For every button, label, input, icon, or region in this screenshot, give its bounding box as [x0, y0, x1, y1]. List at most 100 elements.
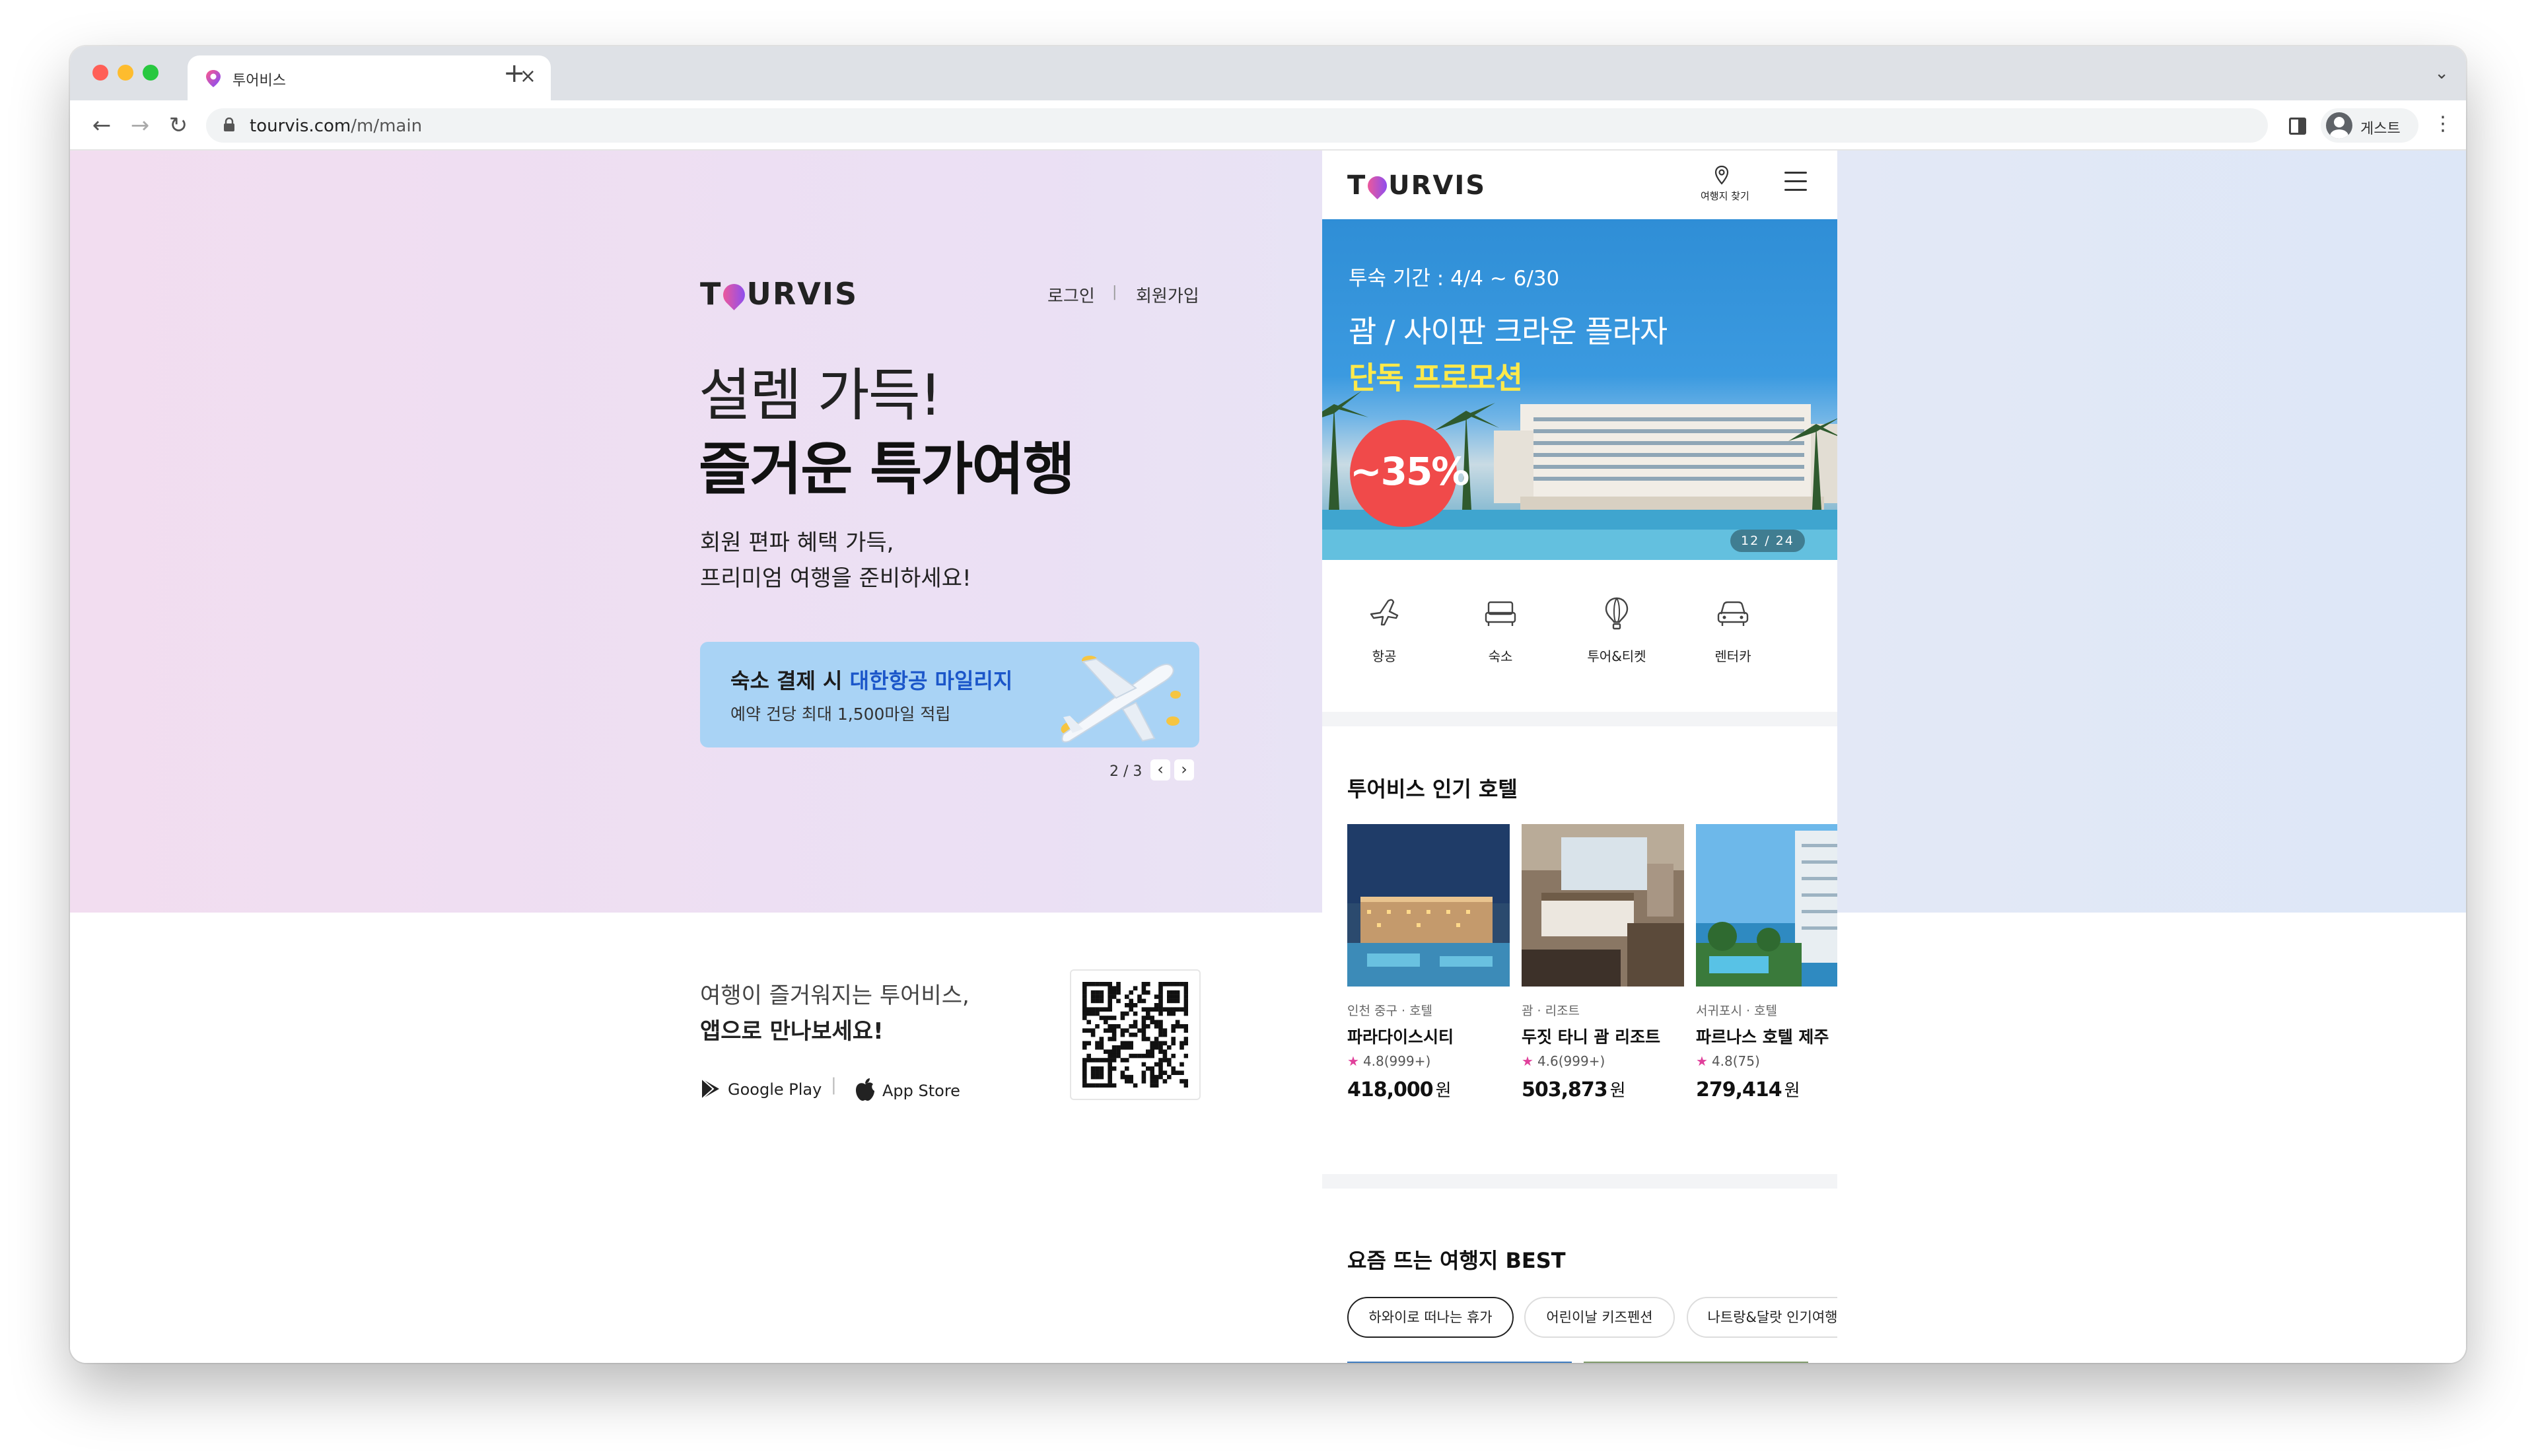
discount-text: ~35%	[1350, 449, 1469, 494]
hotel-price-value: 418,000	[1347, 1078, 1434, 1101]
hotel-rating: ★ 4.8(999+)	[1347, 1053, 1510, 1069]
hotel-card[interactable]: 인천 중구 · 호텔 파라다이스시티 ★ 4.8(999+) 418,000 원	[1347, 824, 1510, 1101]
chip-kids-pension[interactable]: 어린이날 키즈펜션	[1524, 1297, 1675, 1338]
discount-badge: ~35%	[1350, 420, 1469, 527]
banner-title: 숙소 결제 시 대한항공 마일리지	[730, 664, 1012, 695]
hero-title: 괌 / 사이판 크라운 플라자	[1349, 314, 1668, 349]
google-play-icon	[701, 1078, 719, 1099]
banner-pager: 2 / 3	[1110, 763, 1143, 780]
auth-separator: |	[1112, 284, 1117, 300]
hotel-name: 파라다이스시티	[1347, 1027, 1454, 1047]
banner-title-highlight: 대한항공 마일리지	[849, 668, 1013, 693]
apple-icon	[856, 1078, 874, 1101]
mobile-preview: T URVIS 여행지 찾기 투숙 기간: 4/4 ~ 6/30 괌 / 사이…	[1322, 151, 1837, 1363]
banner-prev-button[interactable]: ‹	[1150, 759, 1170, 780]
bed-icon	[1485, 601, 1516, 626]
star-icon: ★	[1696, 1053, 1708, 1069]
section-divider	[1322, 712, 1837, 726]
best-destination-image[interactable]	[1347, 1362, 1572, 1363]
hotel-price: 279,414 원	[1696, 1077, 1837, 1101]
balloon-icon	[1605, 597, 1629, 630]
hotel-location: 인천 중구 · 호텔	[1347, 1004, 1433, 1018]
slide-counter[interactable]: 12 / 24	[1730, 530, 1805, 552]
star-icon: ★	[1522, 1053, 1533, 1069]
hotel-image	[1696, 824, 1837, 987]
category-flight-label: 항공	[1372, 648, 1397, 664]
tourvis-logo[interactable]: T URVIS	[700, 276, 858, 312]
tab-tourvis[interactable]: 투어비스 ×	[188, 55, 551, 100]
subheadline-line-2: 프리미엄 여행을 준비하세요!	[700, 565, 971, 592]
new-tab-button[interactable]: +	[503, 58, 526, 88]
store-separator: |	[831, 1075, 837, 1095]
tab-title: 투어비스	[232, 73, 286, 89]
category-rental-car[interactable]: 렌터카	[1693, 594, 1773, 665]
banner-subtitle: 예약 건당 최대 1,500마일 적립	[730, 705, 951, 724]
forward-button[interactable]: →	[125, 111, 155, 140]
app-store-label: App Store	[882, 1082, 960, 1100]
best-destinations-title: 요즘 뜨는 여행지 BEST	[1347, 1248, 1566, 1273]
find-destination-label[interactable]: 여행지 찾기	[1701, 189, 1749, 203]
login-link[interactable]: 로그인	[1047, 283, 1095, 307]
google-play-label: Google Play	[728, 1080, 822, 1099]
mobile-hero-banner[interactable]: 투숙 기간 : 4/4 ~ 6/30 괌 / 사이판 크라운 플라자 단독 프로…	[1322, 219, 1837, 560]
category-menu: 항공 숙소 투어&티켓 렌터카	[1322, 560, 1837, 712]
category-rental-car-label: 렌터카	[1714, 648, 1751, 664]
chip-hawaii[interactable]: 하와이로 떠나는 휴가	[1347, 1297, 1514, 1338]
hotel-location: 괌 · 리조트	[1522, 1004, 1580, 1018]
profile-button[interactable]: 게스트	[2321, 108, 2418, 143]
hotel-name: 두짓 타니 괌 리조트	[1522, 1027, 1661, 1047]
mobile-logo-text-end: URVIS	[1388, 170, 1487, 201]
tab-search-icon[interactable]: ⌄	[2434, 63, 2449, 83]
star-icon: ★	[1347, 1053, 1359, 1069]
address-bar[interactable]: tourvis.com/m/main	[206, 108, 2268, 143]
browser-menu-icon[interactable]: ⋮	[2433, 112, 2453, 135]
banner-title-text: 숙소 결제 시	[730, 668, 850, 693]
hero-background	[70, 151, 2466, 913]
app-store-link[interactable]: App Store	[855, 1078, 960, 1101]
category-stay[interactable]: 숙소	[1461, 594, 1540, 665]
window-close-button[interactable]	[92, 65, 108, 81]
category-stay-label: 숙소	[1488, 648, 1513, 664]
mobile-tourvis-logo[interactable]: T URVIS	[1347, 170, 1486, 201]
mobile-logo-pin-icon	[1364, 172, 1391, 199]
hotel-rating-value: 4.8(75)	[1711, 1053, 1760, 1069]
google-play-link[interactable]: Google Play	[700, 1078, 822, 1100]
hotel-price-value: 503,873	[1522, 1078, 1608, 1101]
hotel-price: 503,873 원	[1522, 1077, 1684, 1101]
hotel-card[interactable]: 서귀포시 · 호텔 파르나스 호텔 제주 ★ 4.8(75) 279,414 원	[1696, 824, 1837, 1101]
reload-button[interactable]: ↻	[164, 111, 193, 140]
hotel-card[interactable]: 괌 · 리조트 두짓 타니 괌 리조트 ★ 4.6(999+) 503,873 원	[1522, 824, 1684, 1101]
airplane-icon	[1370, 599, 1399, 626]
logo-text-start: T	[700, 276, 722, 312]
qr-code-icon	[1082, 982, 1188, 1088]
airplane-illustration-icon	[1061, 656, 1181, 743]
logo-pin-icon	[719, 279, 750, 310]
hotel-rating-value: 4.6(999+)	[1537, 1053, 1605, 1069]
car-icon	[1717, 601, 1749, 626]
window-zoom-button[interactable]	[143, 65, 158, 81]
back-button[interactable]: ←	[87, 111, 116, 140]
hamburger-menu-icon[interactable]	[1784, 172, 1807, 197]
side-panel-icon[interactable]	[2289, 118, 2306, 135]
best-destination-image[interactable]	[1584, 1362, 1808, 1363]
hotel-name: 파르나스 호텔 제주	[1696, 1027, 1829, 1047]
category-tour-ticket-label: 투어&티켓	[1587, 648, 1646, 664]
tourvis-favicon-icon	[206, 70, 221, 87]
location-pin-icon[interactable]	[1714, 165, 1730, 185]
chip-nhatrang-dalat[interactable]: 나트랑&달랏 인기여행	[1687, 1297, 1837, 1338]
tab-bar: 투어비스 × + ⌄	[70, 46, 2466, 100]
hotel-price: 418,000 원	[1347, 1077, 1510, 1101]
window-minimize-button[interactable]	[118, 65, 133, 81]
category-tour-ticket[interactable]: 투어&티켓	[1577, 594, 1656, 665]
profile-label: 게스트	[2360, 121, 2401, 137]
hotel-rating-value: 4.8(999+)	[1362, 1053, 1431, 1069]
hotel-price-unit: 원	[1609, 1081, 1626, 1101]
hotel-rating: ★ 4.6(999+)	[1522, 1053, 1684, 1069]
mileage-promo-banner[interactable]: 숙소 결제 시 대한항공 마일리지 예약 건당 최대 1,500마일 적립	[700, 642, 1199, 747]
banner-next-button[interactable]: ›	[1174, 759, 1194, 780]
headline-bold: 즐거운 특가여행	[699, 436, 1075, 503]
browser-window: 투어비스 × + ⌄ ← → ↻ tourvis.com/m/main 게스트 …	[70, 46, 2466, 1363]
app-download-qr-code	[1070, 969, 1201, 1100]
category-flight[interactable]: 항공	[1345, 594, 1424, 665]
signup-link[interactable]: 회원가입	[1136, 283, 1199, 307]
